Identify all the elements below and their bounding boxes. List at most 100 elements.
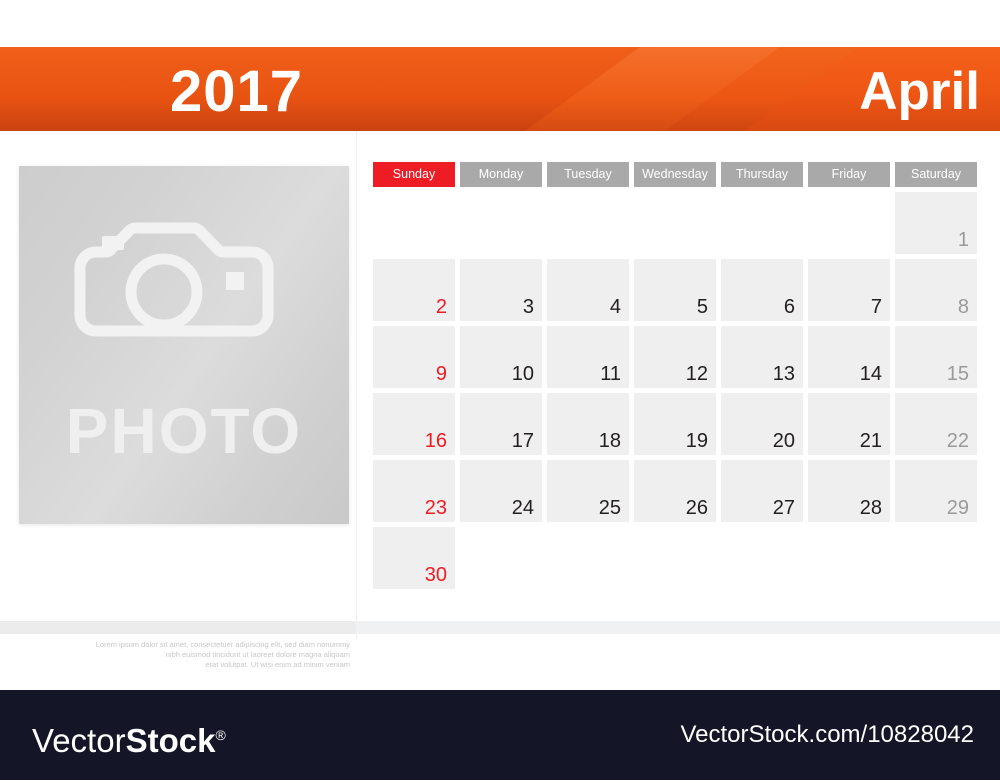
calendar-day-cell[interactable]: 15 [895, 326, 977, 388]
calendar-day-cell[interactable]: 7 [808, 259, 890, 321]
calendar-day-cell[interactable]: 22 [895, 393, 977, 455]
calendar-day-cell[interactable]: 21 [808, 393, 890, 455]
calendar-week-row: 30 [373, 527, 983, 589]
caption-text: Lorem ipsum dolor sit amet, consectetuer… [60, 640, 350, 670]
calendar-cell-empty [895, 527, 977, 589]
vectorstock-logo: VectorStock® [32, 707, 226, 769]
header-banner [0, 47, 1000, 131]
day-header-monday[interactable]: Monday [460, 162, 542, 187]
day-header-row: Sunday Monday Tuesday Wednesday Thursday Frid… [373, 162, 983, 187]
calendar-cell-empty [460, 192, 542, 254]
calendar-day-cell[interactable]: 2 [373, 259, 455, 321]
day-number: 8 [957, 296, 969, 318]
year-label: 2017 [170, 59, 304, 124]
calendar-day-cell[interactable]: 17 [460, 393, 542, 455]
calendar-day-cell[interactable]: 5 [634, 259, 716, 321]
day-number: 13 [772, 363, 795, 385]
day-number: 14 [859, 363, 882, 385]
calendar-week-row: 2 3 4 5 6 7 8 [373, 259, 983, 321]
calendar-day-cell[interactable]: 11 [547, 326, 629, 388]
day-number: 24 [511, 497, 534, 519]
day-number: 17 [511, 430, 534, 452]
calendar-grid: Sunday Monday Tuesday Wednesday Thursday Frid… [373, 162, 983, 594]
caption-line-2: nibh euismod tincidunt ut laoreet dolore… [165, 650, 350, 659]
day-number: 18 [598, 430, 621, 452]
day-number: 25 [598, 497, 621, 519]
day-number: 3 [522, 296, 534, 318]
calendar-cell-empty [547, 192, 629, 254]
caption-line-1: Lorem ipsum dolor sit amet, consectetuer… [95, 640, 350, 649]
calendar-week-row: 9 10 11 12 13 14 15 [373, 326, 983, 388]
calendar-day-cell[interactable]: 14 [808, 326, 890, 388]
vectorstock-url: VectorStock.com/10828042 [680, 721, 974, 748]
calendar-day-cell[interactable]: 9 [373, 326, 455, 388]
day-number: 26 [685, 497, 708, 519]
day-number: 22 [946, 430, 969, 452]
day-header-friday[interactable]: Friday [808, 162, 890, 187]
logo-light-part: Vector [32, 722, 126, 759]
day-header-sunday[interactable]: Sunday [373, 162, 455, 187]
day-number: 15 [946, 363, 969, 385]
calendar-day-cell[interactable]: 4 [547, 259, 629, 321]
month-label: April [859, 62, 980, 121]
day-header-wednesday[interactable]: Wednesday [634, 162, 716, 187]
calendar-day-cell[interactable]: 30 [373, 527, 455, 589]
calendar-day-cell[interactable]: 20 [721, 393, 803, 455]
calendar-day-cell[interactable]: 23 [373, 460, 455, 522]
calendar-day-cell[interactable]: 28 [808, 460, 890, 522]
calendar-day-cell[interactable]: 24 [460, 460, 542, 522]
calendar-day-cell[interactable]: 13 [721, 326, 803, 388]
photo-placeholder[interactable]: PHOTO [19, 166, 349, 524]
calendar-day-cell[interactable]: 10 [460, 326, 542, 388]
day-number: 7 [870, 296, 882, 318]
day-number: 10 [511, 363, 534, 385]
day-header-saturday[interactable]: Saturday [895, 162, 977, 187]
day-number: 23 [424, 497, 447, 519]
calendar-day-cell[interactable]: 18 [547, 393, 629, 455]
day-number: 30 [424, 564, 447, 586]
calendar-day-cell[interactable]: 3 [460, 259, 542, 321]
watermark-footer: VectorStock® VectorStock.com/10828042 [0, 690, 1000, 780]
calendar-cell-empty [373, 192, 455, 254]
registered-mark-icon: ® [215, 727, 226, 743]
logo-bold-part: Stock [125, 722, 216, 759]
calendar-day-cell[interactable]: 12 [634, 326, 716, 388]
calendar-day-cell[interactable]: 6 [721, 259, 803, 321]
calendar-week-row: 16 17 18 19 20 21 22 [373, 393, 983, 455]
day-number: 27 [772, 497, 795, 519]
calendar-day-cell[interactable]: 8 [895, 259, 977, 321]
day-number: 12 [685, 363, 708, 385]
calendar-page: 2017 April PHOTO Lorem ipsum dolor sit a… [0, 0, 1000, 690]
calendar-day-cell[interactable]: 16 [373, 393, 455, 455]
calendar-day-cell[interactable]: 27 [721, 460, 803, 522]
day-number: 11 [600, 363, 621, 385]
calendar-day-cell[interactable]: 19 [634, 393, 716, 455]
day-number: 9 [435, 363, 447, 385]
calendar-cell-empty [721, 527, 803, 589]
calendar-cell-empty [634, 192, 716, 254]
day-number: 6 [783, 296, 795, 318]
caption-line-3: erat volutpat. Ut wisi enim ad minim ven… [205, 660, 350, 669]
day-number: 19 [685, 430, 708, 452]
day-number: 2 [435, 296, 447, 318]
camera-icon [74, 222, 294, 352]
calendar-week-row: 1 [373, 192, 983, 254]
calendar-day-cell[interactable]: 26 [634, 460, 716, 522]
day-number: 29 [946, 497, 969, 519]
calendar-day-cell[interactable]: 29 [895, 460, 977, 522]
day-number: 28 [859, 497, 882, 519]
calendar-day-cell[interactable]: 25 [547, 460, 629, 522]
calendar-day-cell[interactable]: 1 [895, 192, 977, 254]
day-number: 1 [957, 229, 969, 251]
calendar-cell-empty [547, 527, 629, 589]
calendar-cell-empty [634, 527, 716, 589]
day-number: 16 [424, 430, 447, 452]
day-number: 4 [609, 296, 621, 318]
calendar-cell-empty [460, 527, 542, 589]
photo-placeholder-label: PHOTO [65, 395, 303, 467]
day-header-thursday[interactable]: Thursday [721, 162, 803, 187]
calendar-cell-empty [721, 192, 803, 254]
day-number: 20 [772, 430, 795, 452]
day-header-tuesday[interactable]: Tuesday [547, 162, 629, 187]
photo-panel: PHOTO [0, 131, 357, 639]
